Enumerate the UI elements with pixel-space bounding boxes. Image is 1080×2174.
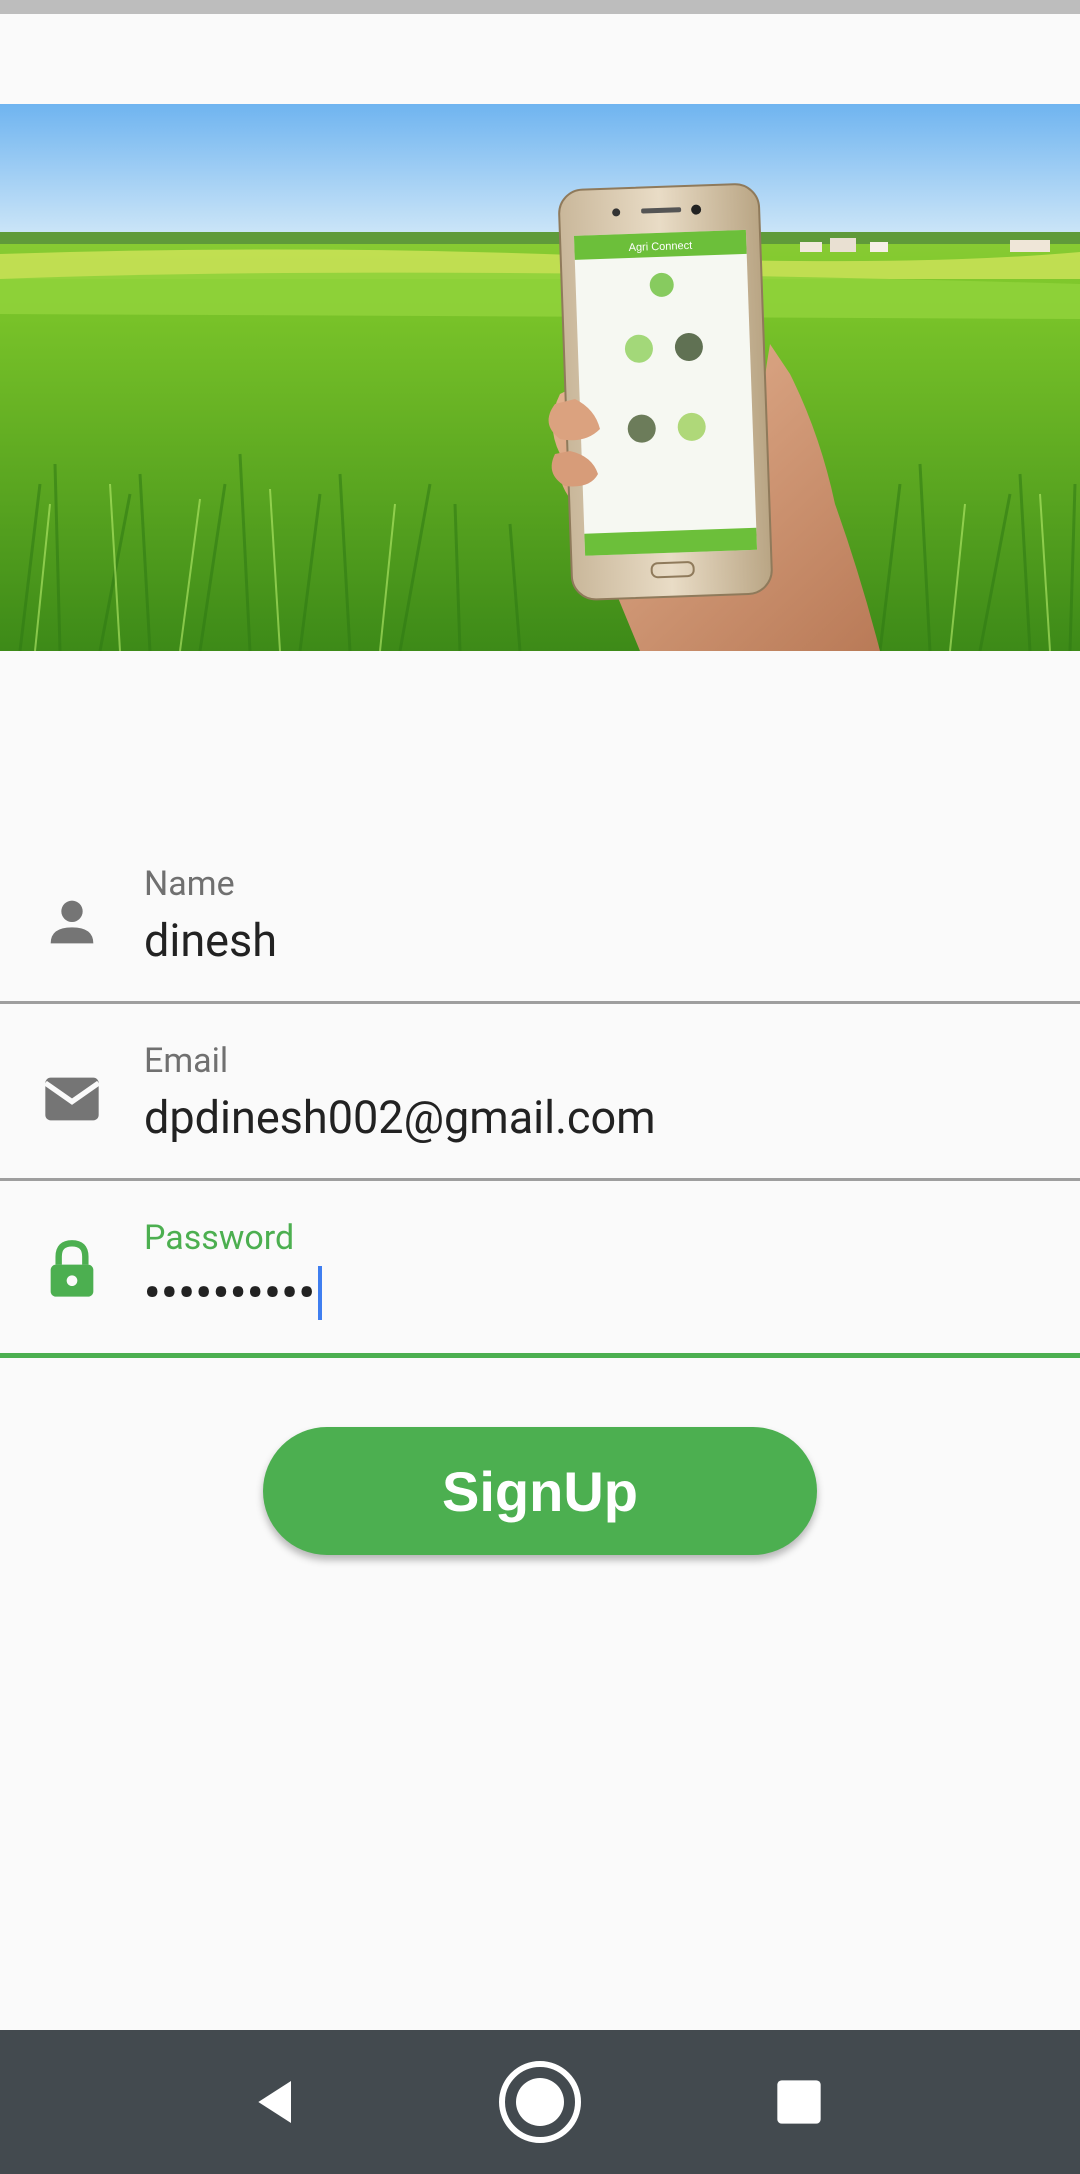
navigation-bar: [0, 2030, 1080, 2174]
password-field[interactable]: Password ••••••••••: [0, 1182, 1080, 1358]
mail-icon: [40, 1067, 104, 1131]
name-label: Name: [144, 864, 235, 904]
svg-text:Agri Connect: Agri Connect: [628, 240, 692, 254]
text-caret: [317, 1266, 322, 1320]
status-bar: [0, 0, 1080, 14]
hero-image: Agri Connect: [0, 104, 1080, 651]
lock-icon: [40, 1238, 104, 1302]
password-dots: ••••••••••: [144, 1266, 316, 1319]
password-input[interactable]: ••••••••••: [144, 1266, 322, 1320]
back-triangle-icon[interactable]: [231, 2056, 323, 2148]
recents-square-icon[interactable]: [753, 2056, 845, 2148]
password-label: Password: [144, 1218, 295, 1258]
email-label: Email: [144, 1041, 229, 1081]
signup-button[interactable]: SignUp: [263, 1427, 817, 1555]
email-input[interactable]: dpdinesh002@gmail.com: [144, 1091, 656, 1144]
email-field[interactable]: Email dpdinesh002@gmail.com: [0, 1005, 1080, 1181]
name-field[interactable]: Name dinesh: [0, 828, 1080, 1004]
home-circle-icon[interactable]: [494, 2056, 586, 2148]
signup-screen: Agri Connect Name dinesh Email dpdinesh0…: [0, 0, 1080, 2174]
person-icon: [40, 890, 104, 954]
name-input[interactable]: dinesh: [144, 914, 277, 967]
